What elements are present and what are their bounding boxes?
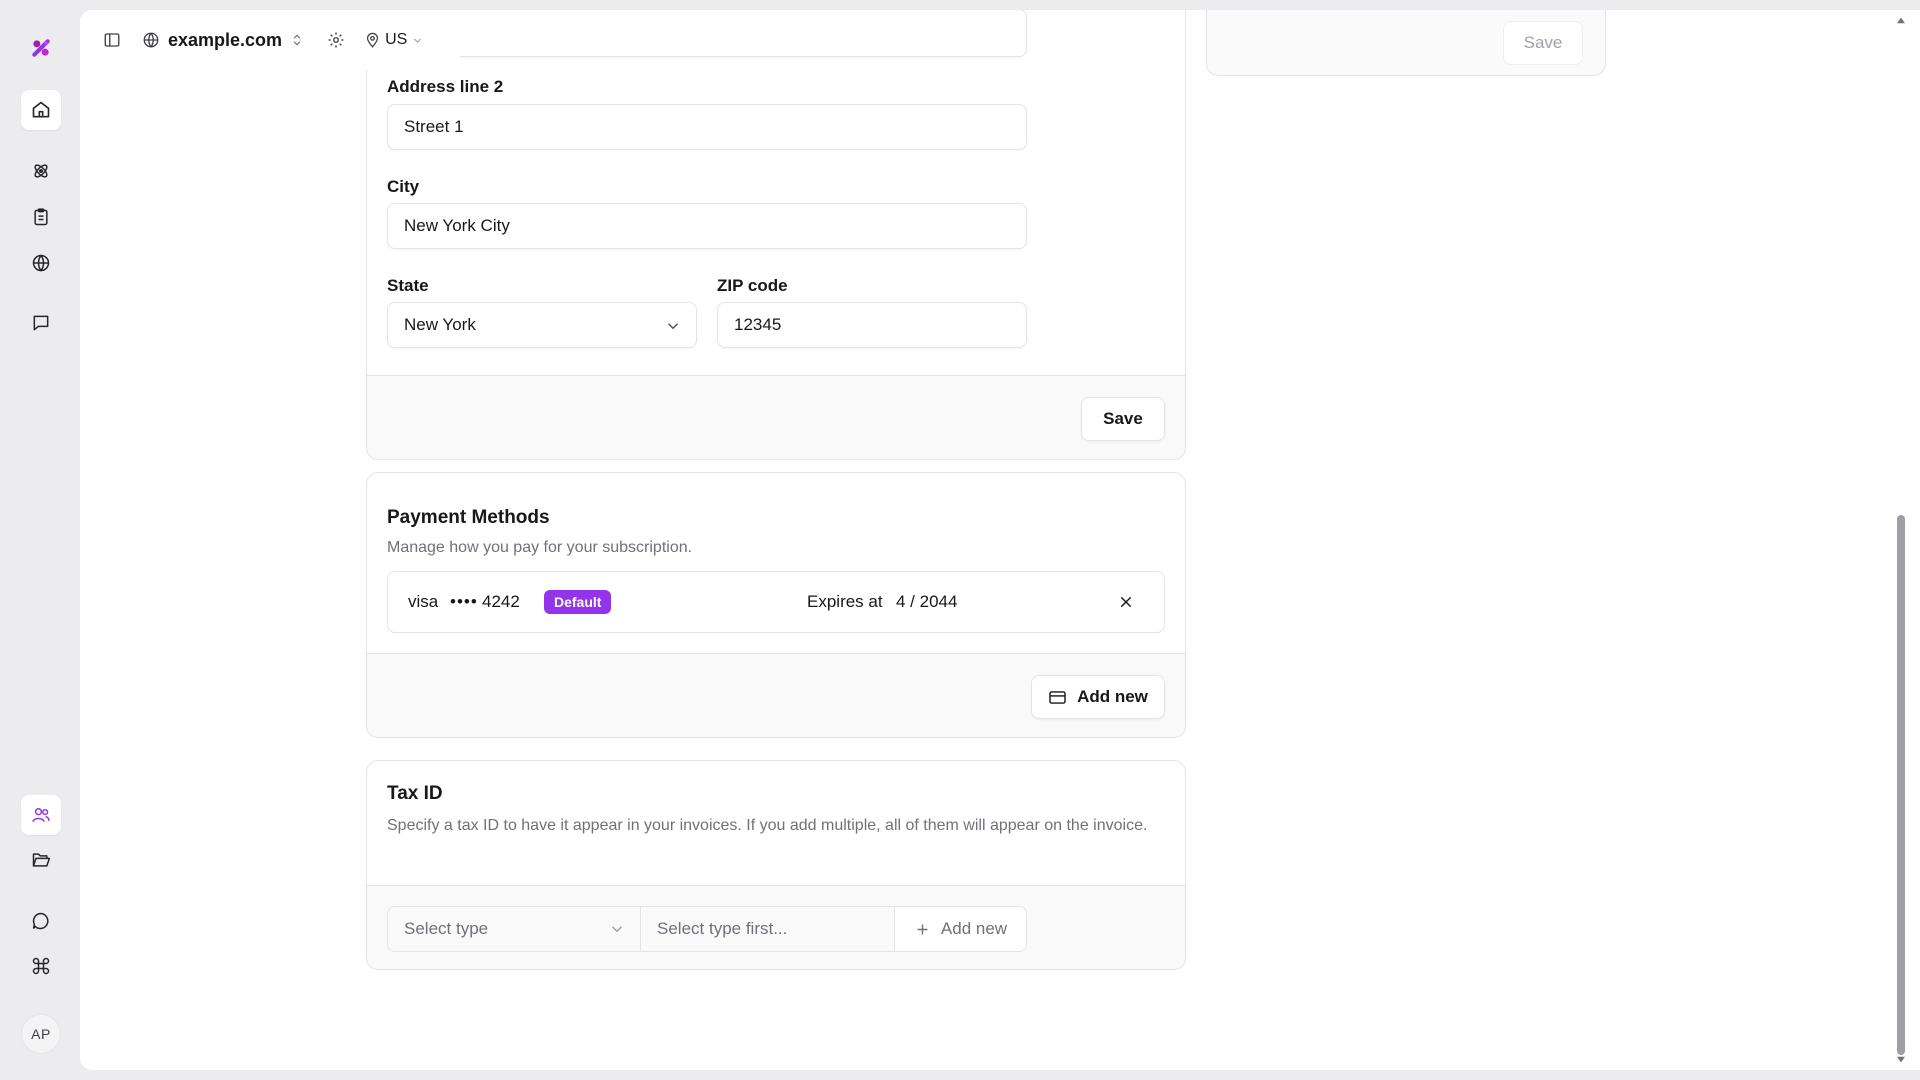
users-icon — [32, 808, 50, 822]
site-settings-button[interactable] — [324, 28, 348, 52]
credit-card-icon — [1049, 690, 1066, 704]
app-rail: AP — [0, 0, 80, 1080]
zip-input[interactable]: 12345 — [717, 302, 1027, 348]
city-input[interactable]: New York City — [387, 203, 1027, 249]
clipboard-icon — [34, 208, 48, 226]
side-save-button[interactable]: Save — [1503, 21, 1583, 65]
nav-command[interactable] — [21, 946, 61, 986]
address-line2-label: Address line 2 — [387, 77, 504, 96]
state-select[interactable]: New York — [387, 302, 697, 348]
main-panel: example.com US Save City 1 Address — [80, 10, 1920, 1070]
chat-bubble-icon — [32, 912, 49, 930]
locale-value: US — [385, 31, 408, 48]
command-icon — [32, 957, 50, 975]
locale-selector[interactable]: US — [364, 31, 424, 49]
expires-value: 4 / 2044 — [896, 592, 958, 611]
site-switcher[interactable]: example.com — [142, 30, 304, 51]
tax-id-description: Specify a tax ID to have it appear in yo… — [387, 817, 1148, 834]
globe-icon — [143, 32, 159, 48]
remove-card-button[interactable] — [1116, 592, 1136, 612]
add-tax-id-label: Add new — [940, 919, 1008, 938]
message-square-icon — [33, 315, 49, 331]
tax-id-card: Tax ID Specify a tax ID to have it appea… — [366, 760, 1186, 970]
zip-label: ZIP code — [717, 276, 788, 295]
payment-title: Payment Methods — [387, 507, 550, 528]
chevrons-up-down-icon — [293, 34, 301, 46]
atom-icon — [34, 164, 48, 178]
nav-team[interactable] — [21, 795, 61, 835]
payment-card-footer: Add new — [367, 653, 1185, 737]
card-mask: •••• — [450, 592, 478, 611]
card-brand: visa — [408, 592, 439, 611]
nav-chat[interactable] — [21, 901, 61, 941]
home-icon — [32, 101, 50, 118]
tax-value-placeholder: Select type first... — [657, 919, 788, 938]
folder-open-icon — [32, 853, 51, 867]
nav-pages[interactable] — [21, 197, 61, 237]
nav-globe[interactable] — [21, 243, 61, 283]
address-save-button[interactable]: Save — [1081, 397, 1165, 441]
state-value: New York — [404, 315, 476, 334]
scrollbar-thumb[interactable] — [1897, 515, 1905, 1055]
close-icon — [1120, 596, 1132, 608]
side-card: Save — [1206, 10, 1606, 76]
nav-files[interactable] — [21, 840, 61, 880]
chevron-down-icon — [611, 926, 623, 933]
chevron-down-icon — [414, 37, 422, 43]
state-label: State — [387, 276, 429, 295]
sidebar-icon — [104, 33, 120, 47]
site-name: example.com — [168, 29, 283, 50]
tax-type-placeholder: Select type — [404, 919, 489, 938]
chevron-down-icon — [667, 323, 679, 330]
scroll-up-arrow-icon[interactable] — [1896, 16, 1906, 24]
gear-icon — [328, 32, 344, 48]
payment-description: Manage how you pay for your subscription… — [387, 539, 693, 556]
add-tax-id-button[interactable]: Add new — [895, 907, 1026, 951]
scroll-down-arrow-icon[interactable] — [1896, 1056, 1906, 1064]
plus-icon — [917, 924, 928, 934]
expires-label: Expires at — [807, 592, 883, 611]
logo-icon — [32, 39, 50, 57]
address-card: City 1 Address line 2 Street 1 City New … — [366, 10, 1186, 460]
topbar: example.com US — [80, 10, 460, 70]
scrollbar[interactable] — [1892, 10, 1910, 1070]
address-card-footer: Save — [367, 375, 1185, 459]
tax-value-input[interactable]: Select type first... — [641, 907, 895, 951]
tax-id-card-footer: Select type Select type first... Add new — [367, 885, 1185, 969]
address-line1-input[interactable]: City 1 — [387, 10, 1027, 57]
map-pin-icon — [366, 32, 379, 48]
avatar[interactable]: AP — [21, 1014, 61, 1054]
toggle-sidebar-button[interactable] — [100, 28, 124, 52]
add-payment-label: Add new — [1077, 687, 1148, 706]
add-payment-method-button[interactable]: Add new — [1031, 675, 1165, 719]
card-last4: 4242 — [482, 592, 520, 611]
tax-id-form: Select type Select type first... Add new — [387, 906, 1027, 952]
nav-integrations[interactable] — [21, 151, 61, 191]
nav-messages[interactable] — [21, 303, 61, 343]
tax-type-select[interactable]: Select type — [388, 907, 641, 951]
tax-id-title: Tax ID — [387, 783, 443, 804]
city-label: City — [387, 177, 420, 196]
nav-home[interactable] — [21, 90, 61, 130]
payment-methods-card: Payment Methods Manage how you pay for y… — [366, 472, 1186, 738]
payment-method-row: visa •••• 4242 Default Expires at 4 / 20… — [387, 571, 1165, 633]
default-badge: Default — [544, 590, 612, 614]
globe-icon — [32, 254, 50, 272]
address-line2-input[interactable]: Street 1 — [387, 104, 1027, 150]
app-logo[interactable] — [21, 28, 61, 68]
